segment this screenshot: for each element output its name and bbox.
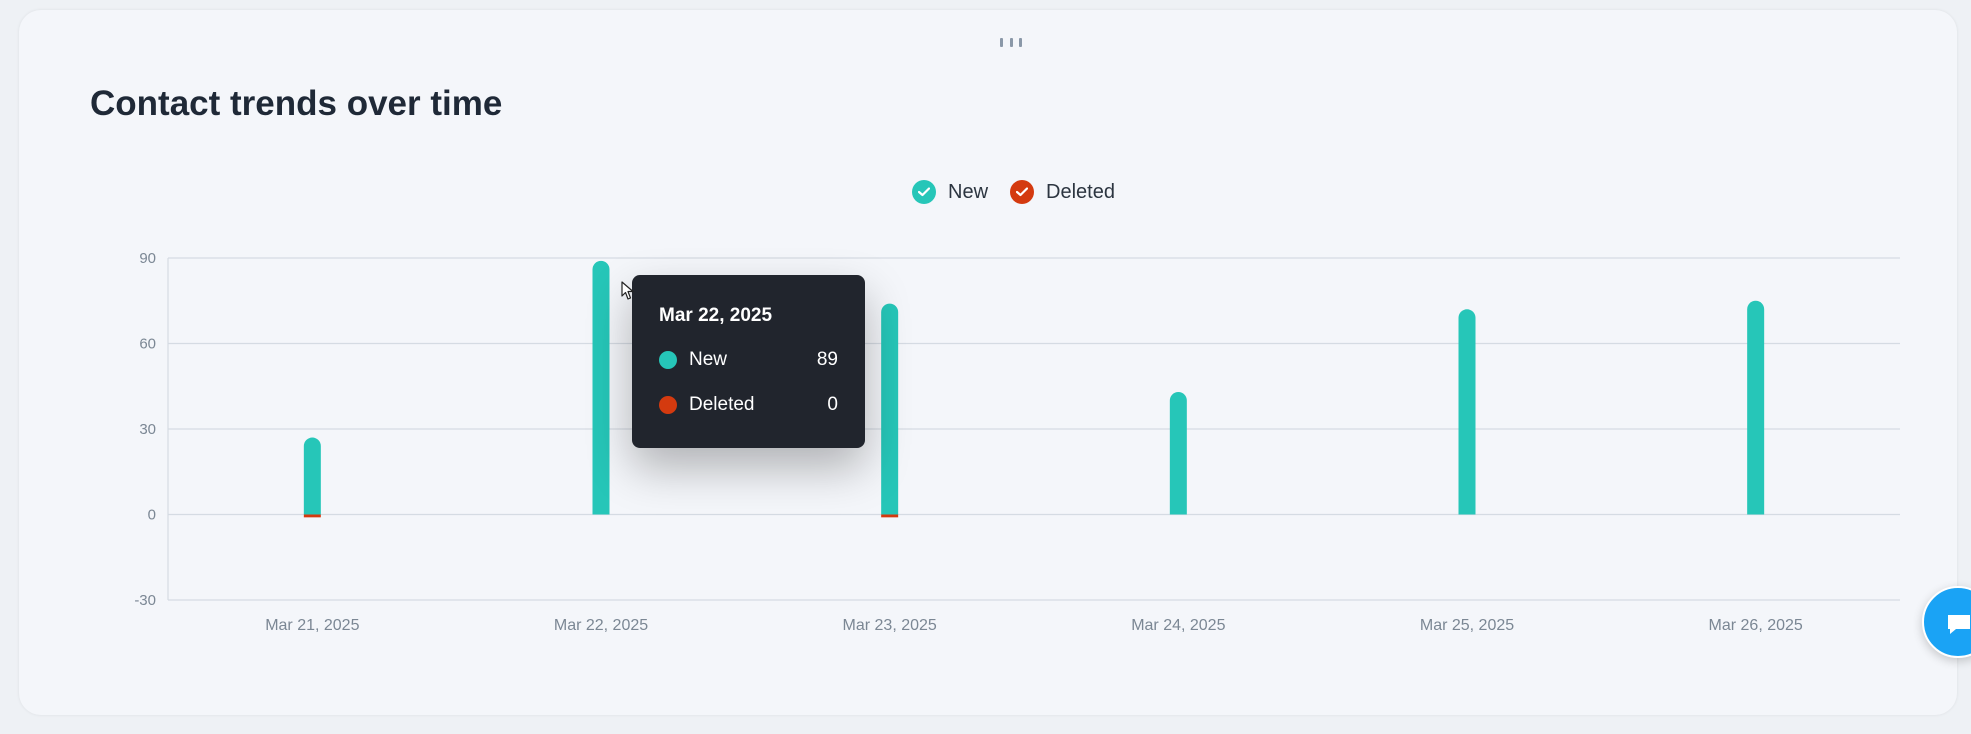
bar-new — [1747, 300, 1765, 515]
tooltip-label: Deleted — [689, 394, 755, 415]
x-tick-label: Mar 25, 2025 — [1420, 617, 1514, 634]
x-tick-label: Mar 21, 2025 — [265, 617, 359, 634]
tooltip-row-deleted: Deleted 0 — [659, 392, 838, 418]
y-tick-label: -30 — [134, 592, 156, 609]
bar-new — [1169, 391, 1187, 515]
bar-new — [592, 260, 610, 515]
chat-bubble-icon — [1948, 615, 1970, 634]
mouse-pointer-icon — [621, 281, 634, 300]
series-dot-icon — [659, 351, 677, 369]
tooltip-label: New — [689, 349, 728, 370]
tooltip-value: 0 — [827, 394, 838, 415]
bar-new — [881, 303, 899, 515]
y-tick-label: 90 — [139, 250, 156, 267]
y-tick-label: 0 — [148, 507, 156, 524]
x-tick-label: Mar 24, 2025 — [1131, 617, 1225, 634]
bar-deleted — [303, 514, 321, 518]
tooltip-row-new: New 89 — [659, 347, 838, 373]
x-tick-label: Mar 26, 2025 — [1709, 617, 1803, 634]
y-tick-label: 30 — [139, 421, 156, 438]
bar-chart: 90 60 30 0 -30 Mar 21, 2025 Mar 22, 2025 Mar 23… — [134, 250, 1900, 634]
tooltip-value: 89 — [816, 349, 838, 370]
y-tick-label: 60 — [139, 336, 156, 353]
chart-tooltip: Mar 22, 2025 New 89 Deleted 0 — [632, 275, 865, 448]
bar-new — [1458, 309, 1476, 515]
x-tick-label: Mar 23, 2025 — [843, 617, 937, 634]
series-dot-icon — [659, 396, 677, 414]
x-tick-label: Mar 22, 2025 — [554, 617, 648, 634]
bar-deleted — [881, 514, 899, 518]
bar-new — [303, 437, 321, 515]
tooltip-date: Mar 22, 2025 — [659, 305, 773, 326]
